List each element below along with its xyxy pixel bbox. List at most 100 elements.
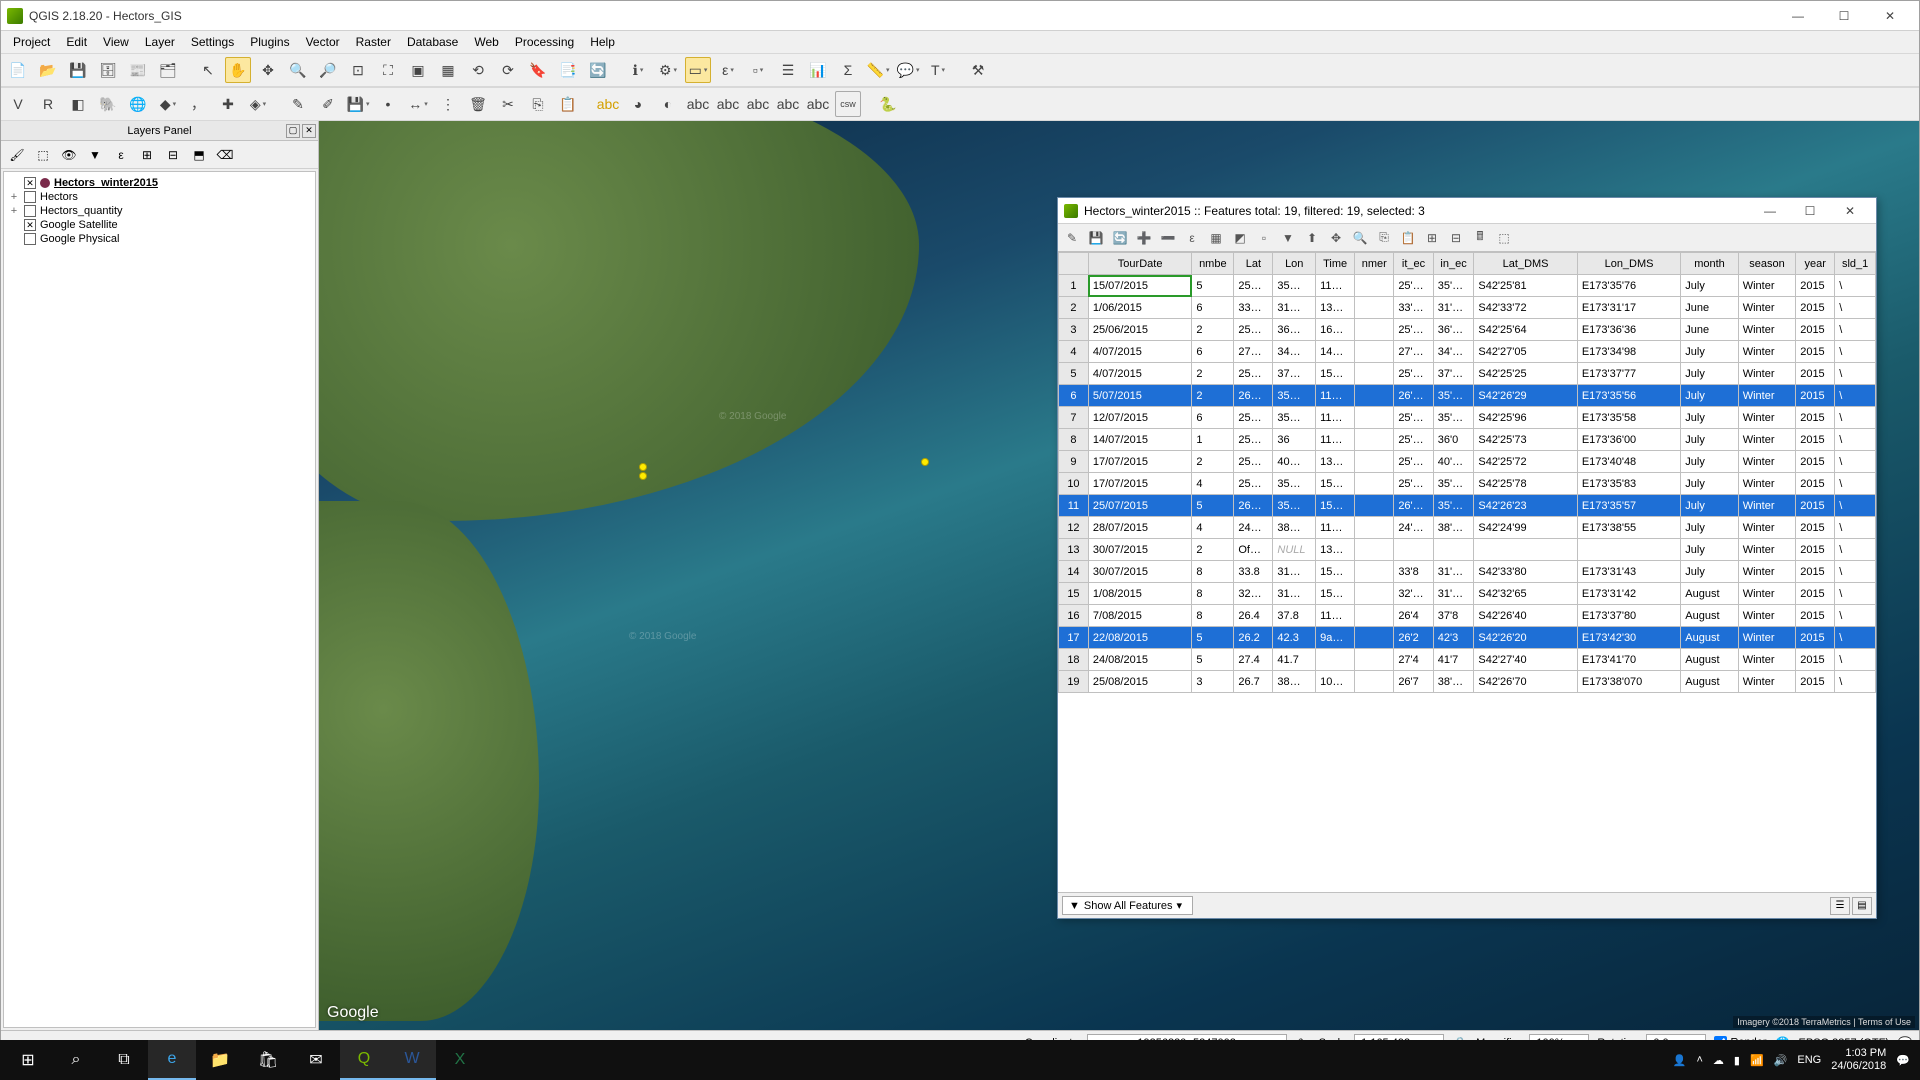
delete-selected-icon[interactable]: 🗑 <box>465 91 491 117</box>
table-cell[interactable]: 32… <box>1234 583 1273 605</box>
table-cell[interactable]: \ <box>1835 275 1876 297</box>
table-cell[interactable]: 9a… <box>1316 627 1355 649</box>
map-tips-icon[interactable]: 💬 <box>895 57 921 83</box>
table-cell[interactable]: \ <box>1835 407 1876 429</box>
table-cell[interactable]: 2 <box>1192 451 1234 473</box>
layer-style-icon[interactable]: 🖌 <box>7 145 27 165</box>
column-header[interactable]: nmer <box>1355 253 1394 275</box>
table-row[interactable]: 115/07/2015525…35…11…25'…35'…S42'25'81E1… <box>1059 275 1876 297</box>
cut-features-icon[interactable]: ✂ <box>495 91 521 117</box>
table-cell[interactable]: July <box>1681 341 1738 363</box>
table-cell[interactable]: August <box>1681 627 1738 649</box>
python-console-icon[interactable]: 🐍 <box>875 91 901 117</box>
table-cell[interactable]: 25'… <box>1394 429 1433 451</box>
table-cell[interactable]: June <box>1681 297 1738 319</box>
paste-rows-icon[interactable]: 📋 <box>1398 228 1418 248</box>
copy-features-icon[interactable]: ⎘ <box>525 91 551 117</box>
table-row[interactable]: 712/07/2015625…35…11…25'…35'…S42'25'96E1… <box>1059 407 1876 429</box>
table-cell[interactable]: S42'26'23 <box>1474 495 1577 517</box>
diagram-icon[interactable]: ◕ <box>625 91 651 117</box>
table-cell[interactable] <box>1355 363 1394 385</box>
table-cell[interactable]: 25… <box>1234 473 1273 495</box>
table-cell[interactable] <box>1355 451 1394 473</box>
table-cell[interactable]: E173'31'17 <box>1577 297 1680 319</box>
table-cell[interactable]: 6 <box>1192 407 1234 429</box>
table-cell[interactable]: July <box>1681 539 1738 561</box>
label-main-icon[interactable]: abc <box>595 91 621 117</box>
table-cell[interactable]: 26.2 <box>1234 627 1273 649</box>
table-cell[interactable]: 7/08/2015 <box>1088 605 1191 627</box>
toggle-editing-icon[interactable]: ✎ <box>285 91 311 117</box>
table-cell[interactable] <box>1355 385 1394 407</box>
table-cell[interactable]: \ <box>1835 473 1876 495</box>
menu-help[interactable]: Help <box>582 33 623 51</box>
panel-close-icon[interactable]: ✕ <box>302 124 316 138</box>
table-cell[interactable]: July <box>1681 561 1738 583</box>
deselect-all-icon[interactable]: ▫ <box>1254 228 1274 248</box>
table-cell[interactable]: 2015 <box>1796 495 1835 517</box>
table-cell[interactable]: 2015 <box>1796 539 1835 561</box>
feature-point[interactable] <box>639 463 647 471</box>
highlight-labels-icon[interactable]: ◐ <box>655 91 681 117</box>
table-cell[interactable]: 35'… <box>1433 407 1474 429</box>
field-calculator-icon[interactable]: 📊 <box>805 57 831 83</box>
table-cell[interactable]: 15/07/2015 <box>1088 275 1191 297</box>
zoom-next-icon[interactable]: ⟳ <box>495 57 521 83</box>
table-cell[interactable]: S42'26'40 <box>1474 605 1577 627</box>
save-edits-icon[interactable]: ✐ <box>315 91 341 117</box>
node-tool-icon[interactable]: ⋮ <box>435 91 461 117</box>
layer-item[interactable]: ✕Google Satellite <box>8 218 311 232</box>
column-header[interactable]: it_ec <box>1394 253 1433 275</box>
table-cell[interactable]: E173'37'77 <box>1577 363 1680 385</box>
table-cell[interactable]: 37.8 <box>1273 605 1316 627</box>
table-cell[interactable]: 5/07/2015 <box>1088 385 1191 407</box>
zoom-layer-icon[interactable]: ▦ <box>435 57 461 83</box>
table-cell[interactable]: Winter <box>1738 627 1795 649</box>
table-cell[interactable]: Winter <box>1738 561 1795 583</box>
label-tool-1-icon[interactable]: abc <box>685 91 711 117</box>
layer-item[interactable]: +Hectors <box>8 190 311 204</box>
table-cell[interactable]: 27'… <box>1394 341 1433 363</box>
table-cell[interactable]: 13… <box>1316 451 1355 473</box>
table-cell[interactable]: E173'40'48 <box>1577 451 1680 473</box>
table-cell[interactable]: 2015 <box>1796 473 1835 495</box>
table-cell[interactable]: Winter <box>1738 341 1795 363</box>
column-header[interactable]: year <box>1796 253 1835 275</box>
minimize-button[interactable]: — <box>1775 1 1821 31</box>
table-cell[interactable]: 2015 <box>1796 407 1835 429</box>
table-cell[interactable]: \ <box>1835 495 1876 517</box>
table-cell[interactable]: 42.3 <box>1273 627 1316 649</box>
text-annotation-icon[interactable]: T <box>925 57 951 83</box>
zoom-native-icon[interactable]: ⊡ <box>345 57 371 83</box>
notifications-icon[interactable]: 💬 <box>1896 1054 1910 1067</box>
table-cell[interactable]: 2015 <box>1796 605 1835 627</box>
panel-undock-icon[interactable]: ▢ <box>286 124 300 138</box>
table-cell[interactable]: 40'… <box>1433 451 1474 473</box>
table-cell[interactable]: E173'35'56 <box>1577 385 1680 407</box>
add-feature-icon[interactable]: ➕ <box>1134 228 1154 248</box>
table-cell[interactable]: S42'24'99 <box>1474 517 1577 539</box>
table-cell[interactable]: \ <box>1835 429 1876 451</box>
table-cell[interactable]: 38… <box>1273 517 1316 539</box>
table-cell[interactable] <box>1355 473 1394 495</box>
table-cell[interactable]: 26… <box>1234 495 1273 517</box>
table-cell[interactable]: Winter <box>1738 297 1795 319</box>
column-header[interactable]: Lat_DMS <box>1474 253 1577 275</box>
filter-icon[interactable]: ▼ <box>1278 228 1298 248</box>
table-cell[interactable]: 5 <box>1192 627 1234 649</box>
table-row[interactable]: 167/08/2015826.437.811…26'437'8S42'26'40… <box>1059 605 1876 627</box>
show-all-features-button[interactable]: ▼ Show All Features ▾ <box>1062 896 1193 915</box>
table-cell[interactable]: 25/07/2015 <box>1088 495 1191 517</box>
table-row[interactable]: 21/06/2015633…31…13…33'…31'…S42'33'72E17… <box>1059 297 1876 319</box>
table-cell[interactable]: 17/07/2015 <box>1088 451 1191 473</box>
volume-icon[interactable]: 🔊 <box>1774 1054 1788 1067</box>
menu-settings[interactable]: Settings <box>183 33 242 51</box>
select-by-expr-icon[interactable]: ε <box>1182 228 1202 248</box>
composer-manager-icon[interactable]: 🗂 <box>155 57 181 83</box>
table-cell[interactable]: 2015 <box>1796 363 1835 385</box>
new-geopackage-icon[interactable]: ◈ <box>245 91 271 117</box>
table-cell[interactable]: 25/08/2015 <box>1088 671 1191 693</box>
table-cell[interactable]: 36'0 <box>1433 429 1474 451</box>
table-cell[interactable]: August <box>1681 671 1738 693</box>
pan-to-icon[interactable]: ✥ <box>1326 228 1346 248</box>
